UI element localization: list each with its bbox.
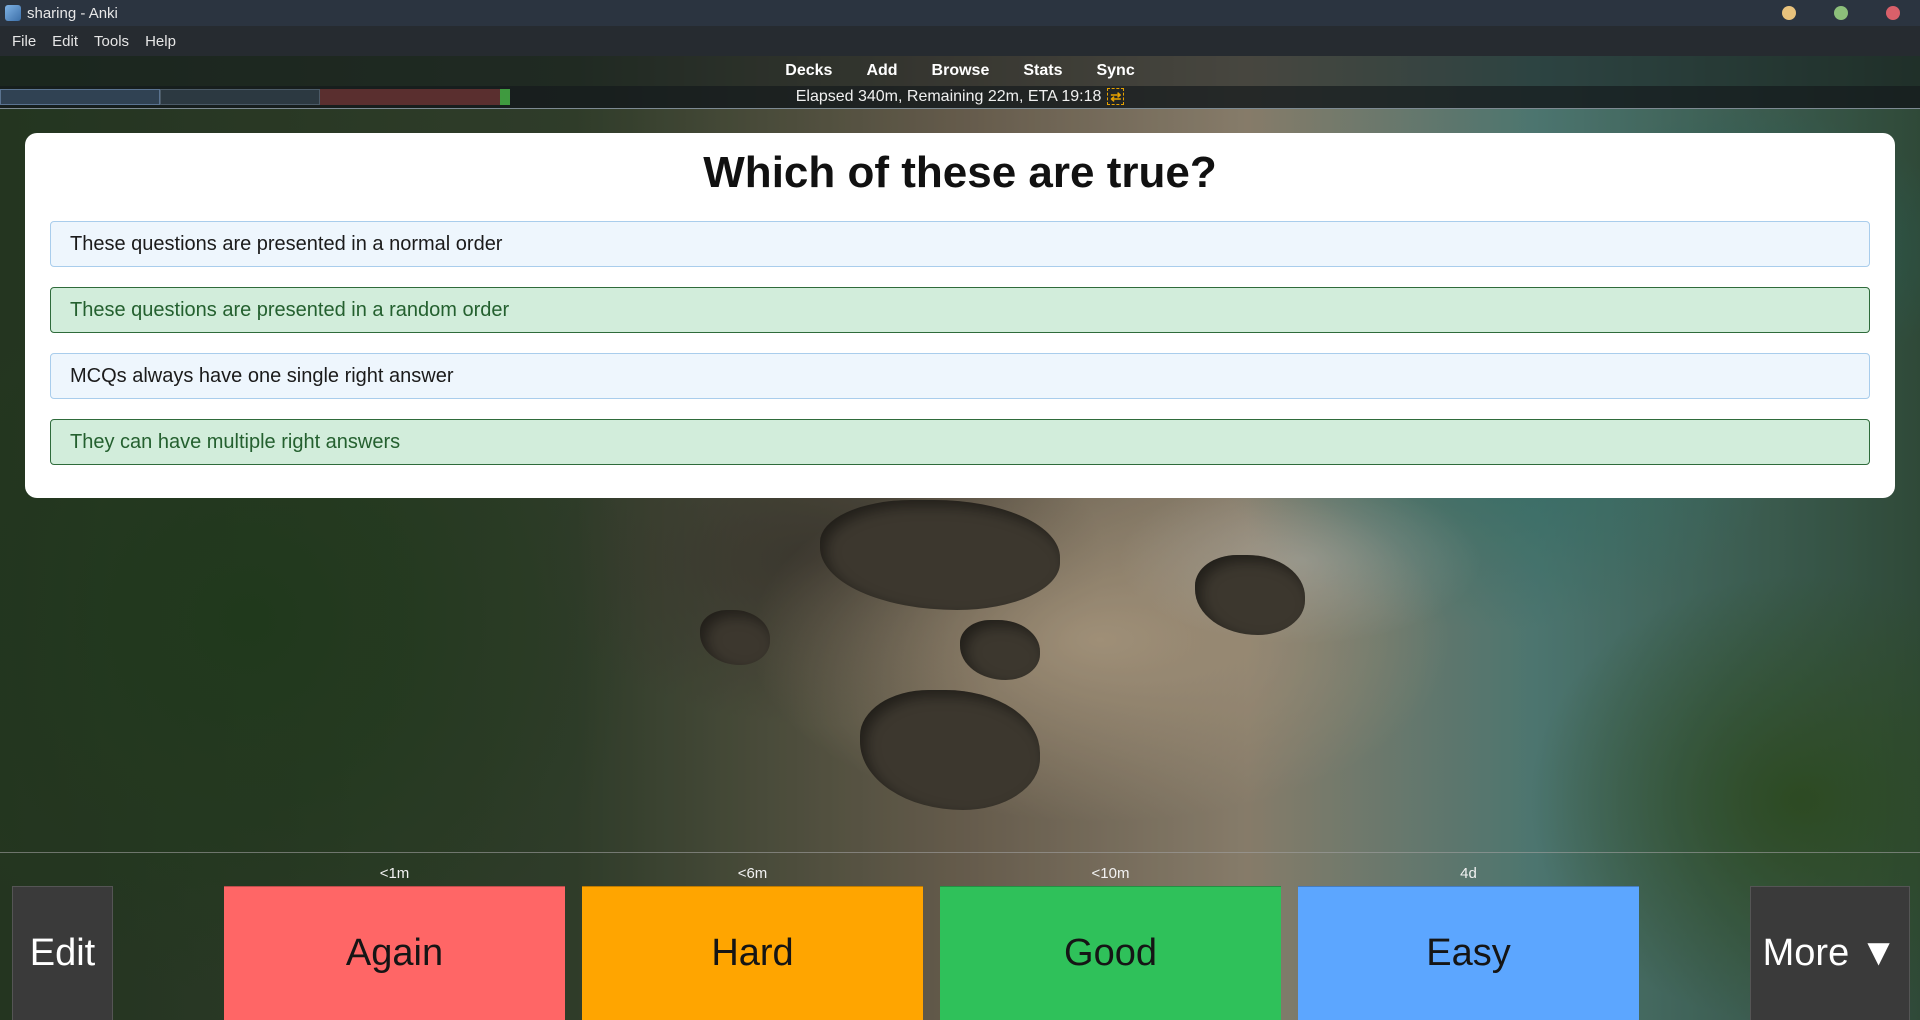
mcq-option-correct[interactable]: They can have multiple right answers [50,419,1870,465]
window-controls [1782,6,1900,20]
mcq-option-text: They can have multiple right answers [70,430,401,453]
again-button[interactable]: Again [224,886,565,1020]
mcq-option-correct[interactable]: These questions are presented in a rando… [50,287,1870,333]
again-interval: <1m [379,865,410,882]
edit-button[interactable]: Edit [12,886,113,1020]
toolbar-sync[interactable]: Sync [1079,62,1151,80]
window-title: sharing - Anki [27,4,118,22]
refresh-icon[interactable]: ⇄ [1107,88,1125,105]
close-button[interactable] [1886,6,1900,20]
mcq-option-text: These questions are presented in a norma… [70,232,503,255]
hard-button[interactable]: Hard [582,886,923,1020]
mcq-option[interactable]: These questions are presented in a norma… [50,221,1870,267]
hard-interval: <6m [737,865,768,882]
mcq-option-text: These questions are presented in a rando… [70,298,510,321]
mcq-option-text: MCQs always have one single right answer [70,364,454,387]
easy-interval: 4d [1460,865,1477,882]
toolbar-decks[interactable]: Decks [768,62,849,80]
toolbar-stats[interactable]: Stats [1006,62,1079,80]
review-card: Which of these are true? These questions… [25,133,1895,498]
menu-edit[interactable]: Edit [44,33,86,50]
good-button[interactable]: Good [940,886,1281,1020]
mcq-option[interactable]: MCQs always have one single right answer [50,353,1870,399]
easy-button[interactable]: Easy [1298,886,1639,1020]
card-question: Which of these are true? [703,148,1217,197]
minimize-button[interactable] [1782,6,1796,20]
anki-icon [5,5,21,21]
toolbar-browse[interactable]: Browse [915,62,1007,80]
maximize-button[interactable] [1834,6,1848,20]
main-toolbar: Decks Add Browse Stats Sync [0,56,1920,86]
window-titlebar: sharing - Anki [0,0,1920,26]
progress-status-bar: Elapsed 340m, Remaining 22m, ETA 19:18 ⇄ [0,86,1920,109]
menu-help[interactable]: Help [137,33,184,50]
timing-status: Elapsed 340m, Remaining 22m, ETA 19:18 ⇄ [0,88,1920,106]
menu-tools[interactable]: Tools [86,33,137,50]
good-interval: <10m [1091,865,1130,882]
toolbar-add[interactable]: Add [849,62,914,80]
timing-text: Elapsed 340m, Remaining 22m, ETA 19:18 [795,88,1102,105]
menu-bar: File Edit Tools Help [0,26,1920,56]
menu-file[interactable]: File [4,33,44,50]
more-button[interactable]: More ▼ [1750,886,1910,1020]
